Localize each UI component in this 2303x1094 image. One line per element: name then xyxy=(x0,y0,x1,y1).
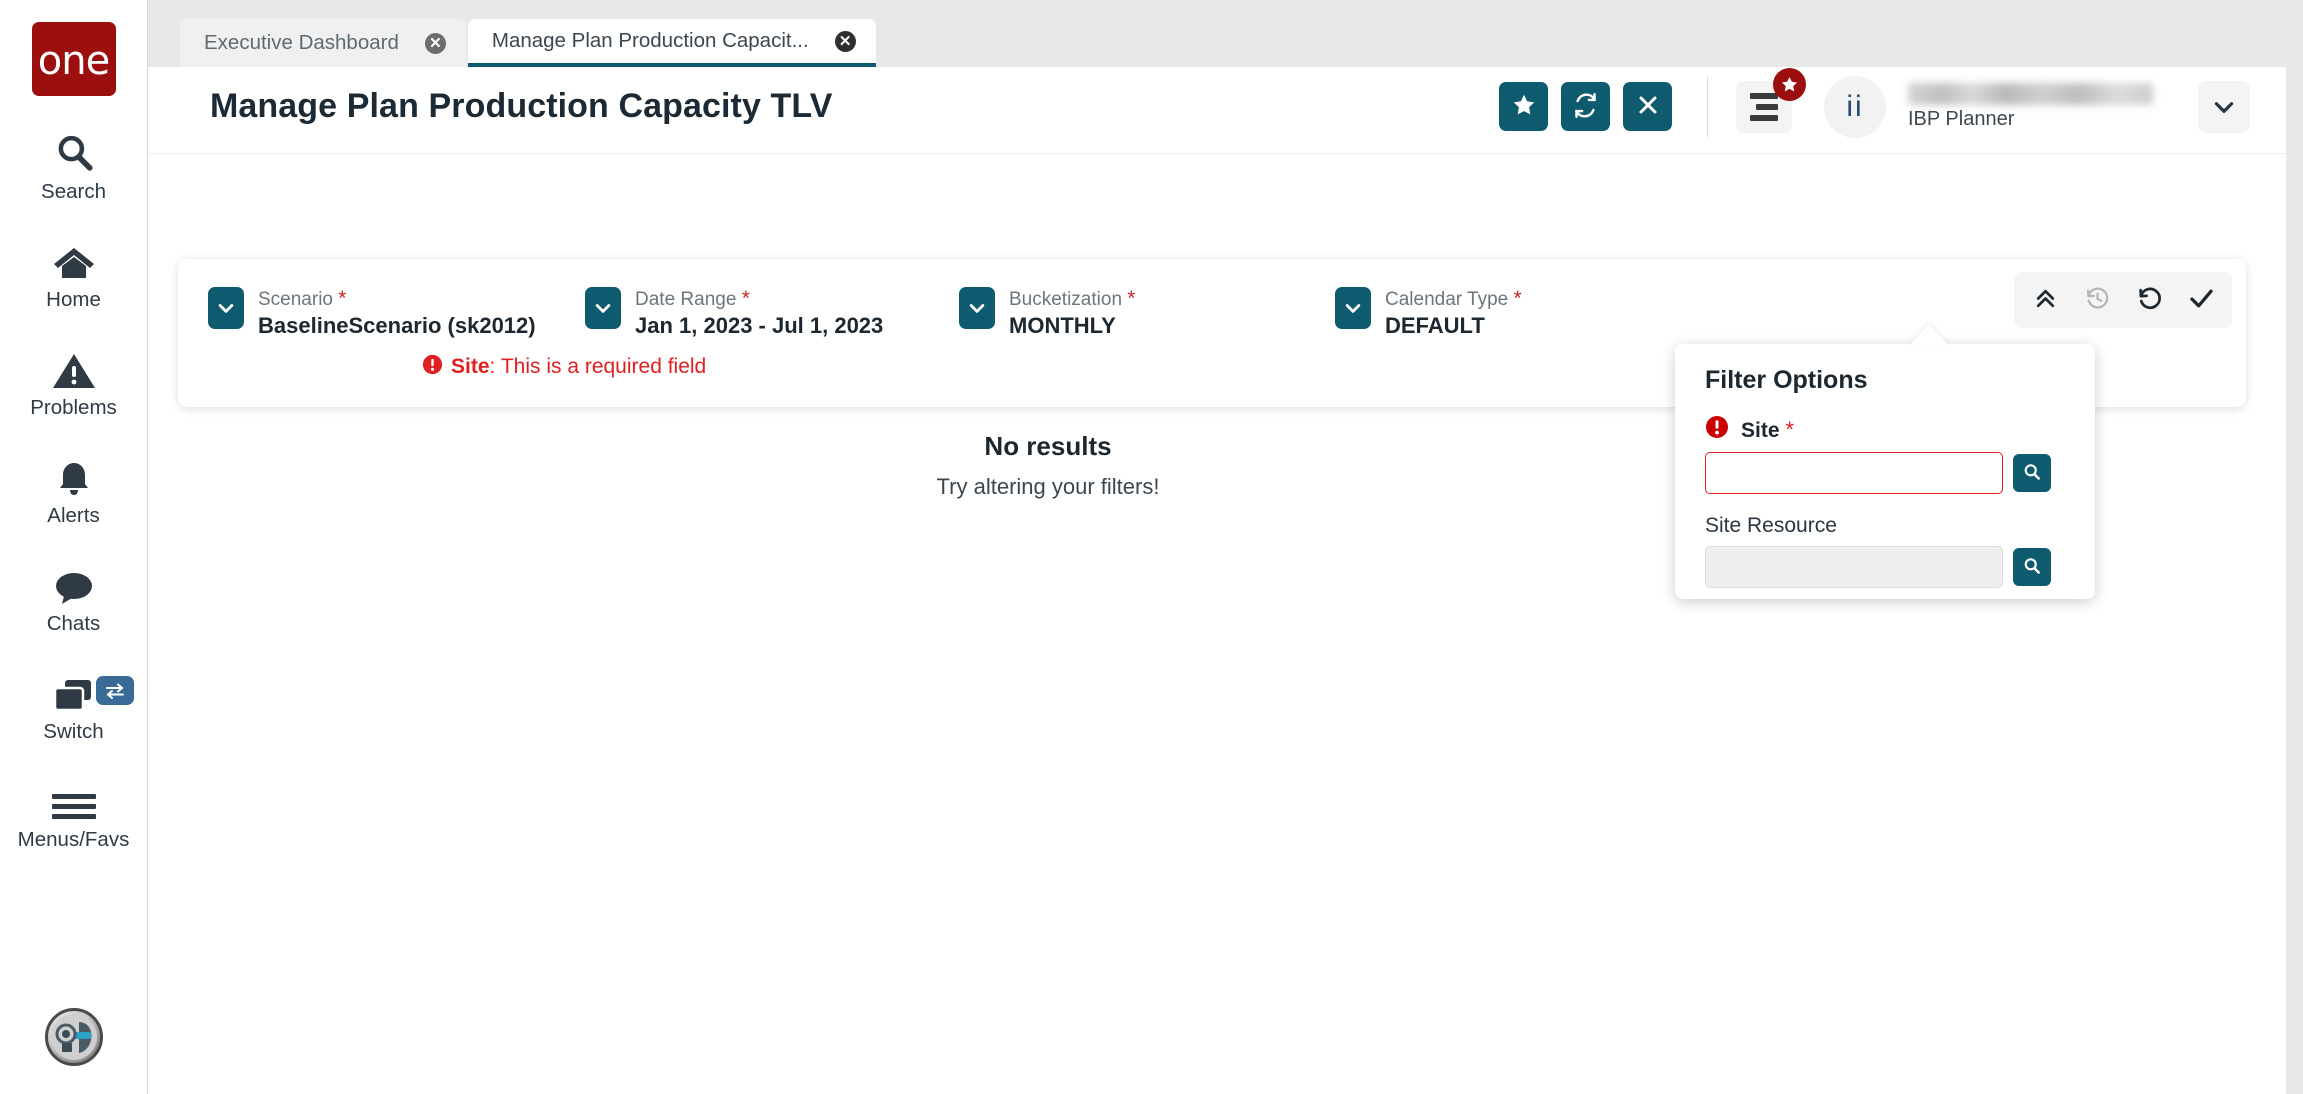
sidebar-item-chats[interactable]: Chats xyxy=(0,562,148,636)
site-resource-input-row xyxy=(1705,546,2065,588)
tab-label: Executive Dashboard xyxy=(204,31,399,55)
header-actions: ii IBP Planner xyxy=(1499,59,2286,154)
filter-field-scenario[interactable]: Scenario * BaselineScenario (sk2012) xyxy=(208,287,585,340)
collapse-filters-button[interactable] xyxy=(2030,285,2060,315)
sidebar-item-label: Menus/Favs xyxy=(18,828,130,852)
user-menu-chevron-down-icon[interactable] xyxy=(2198,81,2250,133)
filter-history-button[interactable] xyxy=(2082,285,2112,315)
chevron-down-icon[interactable] xyxy=(1335,287,1371,329)
filter-toolbar xyxy=(2014,272,2232,328)
hamburger-icon-line xyxy=(1750,93,1778,99)
close-circle-icon[interactable]: ✕ xyxy=(835,31,856,52)
sidebar-item-home[interactable]: Home xyxy=(0,238,148,312)
error-circle-icon xyxy=(422,354,443,380)
tab-manage-plan-production-capacity[interactable]: Manage Plan Production Capacit... ✕ xyxy=(468,19,876,67)
apply-filters-button[interactable] xyxy=(2186,285,2216,315)
sidebar-item-label: Problems xyxy=(30,396,117,420)
filter-field-calendar-type[interactable]: Calendar Type * DEFAULT xyxy=(1335,287,1522,340)
sidebar-item-alerts[interactable]: Alerts xyxy=(0,454,148,528)
chevron-down-icon[interactable] xyxy=(208,287,244,329)
robot-head-icon[interactable] xyxy=(45,1008,103,1066)
sidebar-item-label: Chats xyxy=(47,612,101,636)
bell-icon xyxy=(54,454,94,498)
site-input-row xyxy=(1705,452,2065,494)
header-divider xyxy=(1707,77,1708,137)
sidebar-item-search[interactable]: Search xyxy=(0,130,148,204)
search-icon xyxy=(53,130,95,174)
filter-field-label: Bucketization * xyxy=(1009,287,1135,311)
app-logo[interactable]: one xyxy=(32,22,116,96)
user-role: IBP Planner xyxy=(1908,108,2158,131)
sidebar-item-label: Switch xyxy=(43,720,103,744)
favorite-button[interactable] xyxy=(1499,82,1548,131)
sidebar-item-label: Search xyxy=(41,180,106,204)
sidebar-item-label: Alerts xyxy=(47,504,99,528)
filter-field-date-range[interactable]: Date Range * Jan 1, 2023 - Jul 1, 2023 xyxy=(585,287,959,340)
left-sidebar: one Search Home Problems Alerts Chats xyxy=(0,0,148,1094)
hamburger-icon-line xyxy=(1756,104,1778,110)
chevron-down-icon[interactable] xyxy=(959,287,995,329)
site-resource-input[interactable] xyxy=(1705,546,2003,588)
checkmark-icon xyxy=(2188,285,2215,315)
error-circle-icon xyxy=(1705,415,1729,444)
site-resource-field-label: Site Resource xyxy=(1705,514,2065,538)
reset-filters-button[interactable] xyxy=(2134,285,2164,315)
filter-error-text: Site: This is a required field xyxy=(451,355,706,379)
sidebar-item-switch[interactable]: Switch xyxy=(0,670,148,744)
site-field-label-row: Site * xyxy=(1705,415,2065,444)
search-icon xyxy=(2022,556,2042,579)
sidebar-item-problems[interactable]: Problems xyxy=(0,346,148,420)
filter-field-value: DEFAULT xyxy=(1385,312,1522,340)
search-icon xyxy=(2022,462,2042,485)
star-icon xyxy=(1511,92,1537,121)
site-search-button[interactable] xyxy=(2013,454,2051,492)
avatar-initials: ii xyxy=(1846,90,1863,124)
user-info: IBP Planner xyxy=(1908,83,2158,131)
home-icon xyxy=(52,238,96,282)
filter-validation-error: Site: This is a required field xyxy=(422,354,706,380)
filter-field-value: BaselineScenario (sk2012) xyxy=(258,312,536,340)
site-field-label: Site * xyxy=(1741,417,1794,443)
popover-arrow xyxy=(1909,324,1949,346)
filter-options-popover: Filter Options Site * Site Resource xyxy=(1675,344,2095,599)
page-header: Manage Plan Production Capacity TLV xyxy=(148,59,2286,154)
avatar[interactable]: ii xyxy=(1824,76,1886,138)
app-logo-text: one xyxy=(38,41,109,81)
filter-field-label: Calendar Type * xyxy=(1385,287,1522,311)
page-container: Manage Plan Production Capacity TLV xyxy=(148,59,2286,1094)
sidebar-item-label: Home xyxy=(46,288,101,312)
user-name-redacted xyxy=(1908,83,2153,105)
site-input[interactable] xyxy=(1705,452,2003,494)
double-chevron-up-icon xyxy=(2033,286,2058,314)
x-icon xyxy=(1636,93,1660,120)
site-resource-search-button[interactable] xyxy=(2013,548,2051,586)
browser-tab-strip: Executive Dashboard ✕ Manage Plan Produc… xyxy=(148,0,2303,67)
chevron-down-icon[interactable] xyxy=(585,287,621,329)
history-clock-icon xyxy=(2085,286,2110,314)
tab-executive-dashboard[interactable]: Executive Dashboard ✕ xyxy=(180,19,466,67)
filter-field-label: Date Range * xyxy=(635,287,883,311)
hamburger-icon xyxy=(52,778,96,822)
undo-arrow-icon xyxy=(2137,286,2162,314)
page-title: Manage Plan Production Capacity TLV xyxy=(210,87,833,126)
refresh-button[interactable] xyxy=(1561,82,1610,131)
favorites-star-badge xyxy=(1773,68,1806,101)
filter-field-bucketization[interactable]: Bucketization * MONTHLY xyxy=(959,287,1335,340)
filter-field-value: Jan 1, 2023 - Jul 1, 2023 xyxy=(635,312,883,340)
filter-field-label: Scenario * xyxy=(258,287,536,311)
swap-arrows-icon[interactable] xyxy=(96,676,134,705)
close-circle-icon[interactable]: ✕ xyxy=(425,33,446,54)
tab-label: Manage Plan Production Capacit... xyxy=(492,29,809,53)
close-button[interactable] xyxy=(1623,82,1672,131)
filter-options-title: Filter Options xyxy=(1705,366,2065,395)
filter-field-value: MONTHLY xyxy=(1009,312,1135,340)
menus-favorites-button[interactable] xyxy=(1736,81,1792,133)
refresh-icon xyxy=(1572,92,1599,122)
switch-windows-icon xyxy=(51,670,97,714)
chat-bubble-icon xyxy=(52,562,96,606)
sidebar-item-menus-favs[interactable]: Menus/Favs xyxy=(0,778,148,852)
warning-triangle-icon xyxy=(52,346,96,390)
hamburger-icon-line xyxy=(1750,115,1778,121)
